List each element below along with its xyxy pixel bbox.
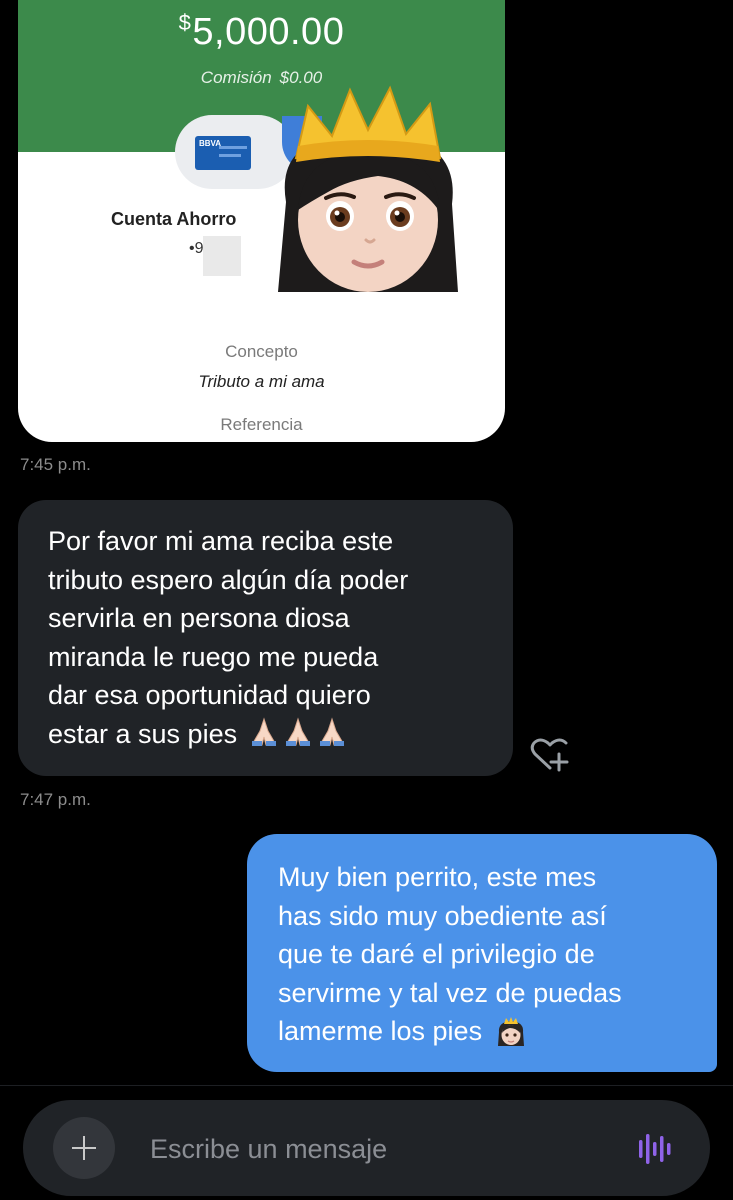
voice-waveform-icon[interactable] <box>638 1131 676 1167</box>
message-timestamp: 7:47 p.m. <box>20 790 91 809</box>
folded-hands-icon <box>285 716 310 746</box>
folded-hands-icon <box>319 716 344 746</box>
folded-hands-emoji <box>249 716 347 747</box>
folded-hands-icon <box>251 716 276 746</box>
add-reaction-heart-icon[interactable] <box>529 737 571 773</box>
outgoing-message-text: Muy bien perrito, este mes has sido muy … <box>278 862 622 1046</box>
amount-value: 5,000.00 <box>192 11 345 53</box>
account-name: Cuenta Ahorro <box>111 209 237 229</box>
reference-label: Referencia <box>220 415 303 434</box>
concept-value: Tributo a mi ama <box>198 372 325 391</box>
transfer-amount: $5,000.00 <box>18 10 505 54</box>
message-input[interactable] <box>148 1128 622 1170</box>
bank-logo-text: BBVA <box>199 139 222 148</box>
add-attachment-button[interactable] <box>53 1117 115 1179</box>
concept-label: Concepto <box>225 342 298 361</box>
incoming-message-bubble[interactable]: Por favor mi ama reciba este tributo esp… <box>18 500 513 776</box>
incoming-message-text: Por favor mi ama reciba este tributo esp… <box>48 526 409 749</box>
message-composer <box>23 1100 710 1196</box>
outgoing-message-bubble[interactable]: Muy bien perrito, este mes has sido muy … <box>247 834 717 1072</box>
message-timestamp: 7:45 p.m. <box>20 455 91 474</box>
redaction-box <box>203 236 241 276</box>
princess-icon <box>497 1017 524 1046</box>
currency-symbol: $ <box>178 10 192 35</box>
bank-card-icon: BBVA <box>195 136 251 170</box>
queen-emoji-sticker <box>278 85 458 292</box>
commission-label: Comisión <box>200 68 272 87</box>
composer-divider <box>0 1085 733 1086</box>
